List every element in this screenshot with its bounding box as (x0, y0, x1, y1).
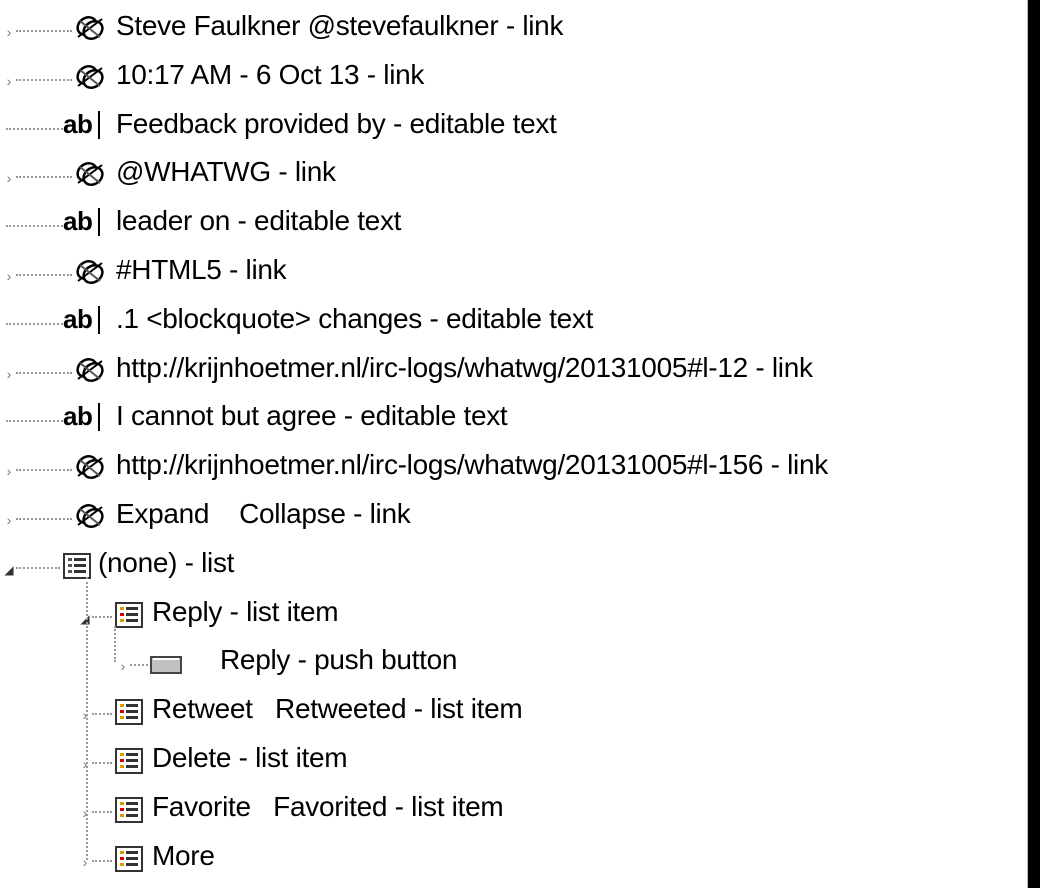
tree-item-label: Delete - list item (152, 742, 348, 773)
accessibility-tree-panel: › Steve Faulkner @stevefaulkner - link › 10… (0, 0, 1028, 888)
tree-connector (16, 176, 72, 179)
tree-connector (92, 615, 112, 618)
expand-arrow-icon[interactable]: › (78, 855, 92, 869)
tree-guide-level2 (114, 625, 116, 663)
tree-guide-level1 (86, 576, 88, 860)
tree-item-label: (none) - list (98, 546, 235, 578)
tree-connector (6, 127, 63, 130)
tree-item[interactable]: › http://krijnhoetmer.nl/irc-logs/whatwg/… (0, 348, 1027, 396)
link-icon (74, 62, 106, 97)
tree-item[interactable]: › Expand Collapse - link (0, 494, 1027, 542)
editable-text-icon: ab (63, 303, 101, 334)
expand-arrow-icon[interactable]: › (78, 708, 92, 722)
tree-connector (16, 469, 72, 472)
link-icon (74, 257, 106, 292)
tree-connector (92, 810, 112, 813)
expand-arrow-icon[interactable]: › (2, 269, 16, 283)
tree-item[interactable]: ab Feedback provided by - editable text (0, 104, 1027, 152)
tree-item[interactable]: › Steve Faulkner @stevefaulkner - link (0, 6, 1027, 54)
tree-item-label: Feedback provided by - editable text (116, 107, 557, 139)
tree-item-label: I cannot but agree - editable text (116, 400, 508, 432)
expand-arrow-icon[interactable]: › (2, 74, 16, 88)
expand-arrow-icon[interactable]: › (78, 806, 92, 820)
list-item-icon (114, 845, 144, 878)
list-item-icon (114, 601, 144, 634)
link-icon (74, 159, 106, 194)
expand-arrow-icon[interactable]: › (78, 757, 92, 771)
tree-item[interactable]: › #HTML5 - link (0, 250, 1027, 298)
tree-item-label: Expand Collapse - link (116, 498, 411, 529)
tree-connector (92, 713, 112, 716)
tree-item-label: http://krijnhoetmer.nl/irc-logs/whatwg/2… (116, 351, 813, 383)
link-icon (74, 501, 106, 536)
editable-text-icon: ab (63, 206, 101, 237)
tree-item[interactable]: › Retweet Retweeted - list item (0, 689, 1027, 737)
collapse-arrow-icon[interactable]: ◢ (78, 612, 92, 626)
tree-item[interactable]: › @WHATWG - link (0, 152, 1027, 200)
tree-item-label: #HTML5 - link (116, 254, 287, 285)
tree-item-label: Retweet Retweeted - list item (152, 693, 523, 725)
tree-item[interactable]: › Delete - list item (0, 738, 1027, 786)
tree-item-label: .1 <blockquote> changes - editable text (116, 302, 594, 334)
tree-item-label: http://krijnhoetmer.nl/irc-logs/whatwg/2… (116, 449, 828, 481)
tree-item-label: More (152, 839, 215, 871)
tree-connector (16, 371, 72, 374)
expand-arrow-icon[interactable]: › (2, 171, 16, 185)
tree-item-label: Steve Faulkner @stevefaulkner - link (116, 10, 564, 41)
push-button-icon (150, 655, 182, 682)
tree-item[interactable]: ◢ (none) - list (0, 543, 1027, 591)
editable-text-icon: ab (63, 401, 101, 432)
tree-item-label: 10:17 AM - 6 Oct 13 - link (116, 58, 425, 90)
tree-item[interactable]: ab I cannot but agree - editable text (0, 396, 1027, 444)
tree-connector (92, 762, 112, 764)
tree-connector (16, 566, 60, 569)
tree-item-label: Favorite Favorited - list item (152, 790, 504, 822)
expand-arrow-icon[interactable]: › (2, 464, 16, 478)
tree-connector (6, 420, 63, 423)
tree-item-label: leader on - editable text (116, 205, 402, 237)
list-item-icon (114, 698, 144, 731)
tree-connector (6, 225, 63, 228)
link-icon (74, 13, 106, 48)
tree-connector (16, 30, 72, 32)
tree-item[interactable]: ab leader on - editable text (0, 201, 1027, 249)
editable-text-icon: ab (63, 108, 101, 139)
tree-item-label: @WHATWG - link (116, 156, 336, 188)
tree-item[interactable]: ◢ Reply - list item (0, 592, 1027, 640)
collapse-arrow-icon[interactable]: ◢ (2, 563, 16, 577)
tree-item-label: Reply - push button (220, 644, 458, 676)
expand-arrow-icon[interactable]: › (2, 25, 16, 39)
tree-item[interactable]: › More (0, 836, 1027, 884)
tree-item[interactable]: › Reply - push button (0, 640, 1027, 688)
tree-item-label: Reply - list item (152, 595, 339, 627)
list-item-icon (114, 747, 144, 780)
link-icon (74, 355, 106, 390)
tree-item[interactable]: › http://krijnhoetmer.nl/irc-logs/whatwg/… (0, 445, 1027, 493)
tree-connector (6, 322, 63, 325)
tree-connector (16, 518, 72, 520)
tree-connector (16, 274, 72, 276)
list-item-icon (114, 796, 144, 829)
tree-item[interactable]: › Favorite Favorited - list item (0, 787, 1027, 835)
link-icon (74, 452, 106, 487)
expand-arrow-icon[interactable]: › (2, 367, 16, 381)
tree-connector (130, 664, 148, 667)
tree-connector (16, 78, 72, 81)
expand-arrow-icon[interactable]: › (116, 659, 130, 673)
tree-connector (92, 859, 112, 862)
tree-item[interactable]: ab .1 <blockquote> changes - editable tex… (0, 299, 1027, 347)
tree-item[interactable]: › 10:17 AM - 6 Oct 13 - link (0, 55, 1027, 103)
expand-arrow-icon[interactable]: › (2, 513, 16, 527)
